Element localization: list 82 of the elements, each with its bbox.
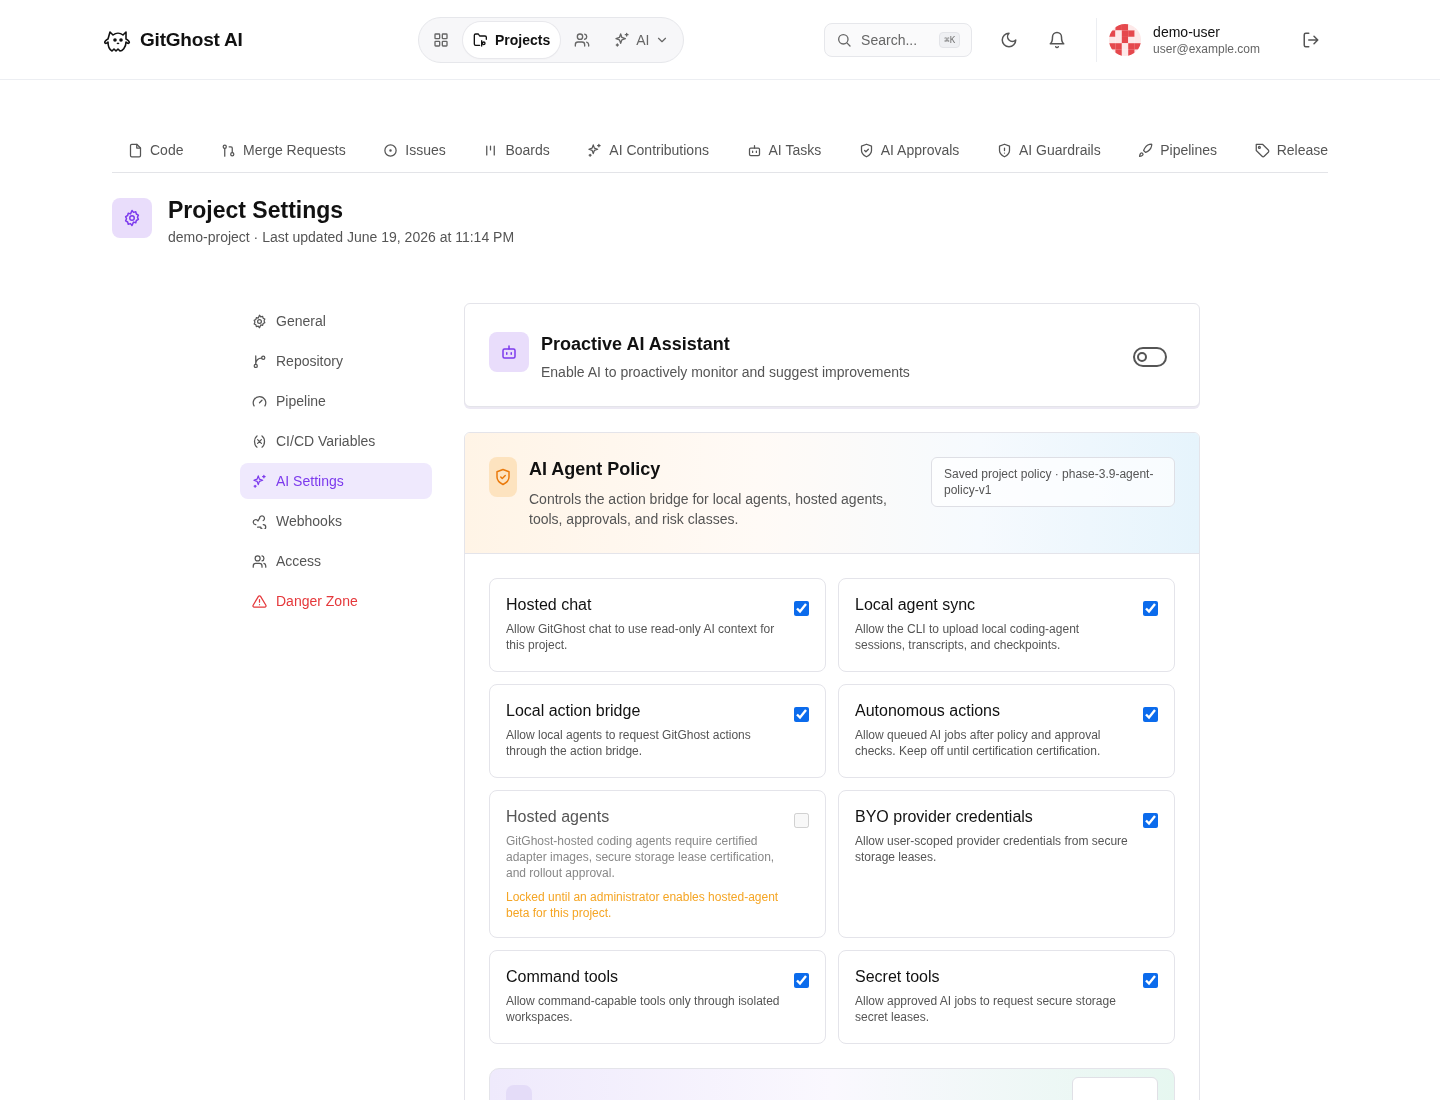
sidebar-item[interactable]: CI/CD Variables — [240, 423, 432, 459]
option-description: GitGhost-hosted coding agents require certified adapter images, secure storage lease certification, and rollout approval. — [506, 833, 776, 881]
sidebar-item[interactable]: Repository — [240, 343, 432, 379]
sparkle-icon — [252, 473, 267, 489]
users-icon — [574, 31, 591, 48]
sparkle-icon — [614, 31, 631, 48]
variable-icon — [252, 433, 267, 449]
user-name: demo-user — [1153, 23, 1222, 40]
project-tab[interactable]: Code — [128, 142, 184, 158]
sidebar-item[interactable]: Webhooks — [240, 503, 432, 539]
sparkle-icon — [587, 142, 603, 158]
option-description: Allow the CLI to upload local coding-agent sessions, transcripts, and checkpoints. — [855, 621, 1081, 653]
grid-icon — [433, 31, 449, 48]
project-tab[interactable]: AI Guardrails — [996, 142, 1101, 158]
option-title: Local agent sync — [855, 595, 977, 615]
shield-icon — [489, 457, 517, 497]
card-title: Proactive AI Assistant — [541, 333, 731, 356]
page-title: Project Settings — [168, 196, 345, 225]
brand-name[interactable]: GitGhost AI — [140, 28, 243, 51]
logout-icon — [1302, 30, 1320, 49]
robot-icon — [489, 332, 529, 372]
nav-tab[interactable]: Projects — [463, 21, 561, 58]
nav-tab[interactable]: AI — [604, 21, 680, 58]
branch-icon — [252, 353, 267, 369]
project-tab[interactable]: AI Tasks — [746, 142, 822, 158]
circle-dot-icon — [383, 142, 399, 158]
option-title: Local action bridge — [506, 701, 642, 721]
robot-icon — [746, 142, 762, 158]
checkbox[interactable] — [1143, 813, 1158, 828]
project-tab[interactable]: AI Contributions — [587, 142, 709, 158]
option-title: Hosted agents — [506, 807, 611, 827]
tag-icon — [1254, 142, 1270, 158]
bell-icon — [1048, 30, 1067, 49]
shield-check-icon — [858, 142, 874, 158]
checkbox[interactable] — [794, 601, 809, 616]
checkbox[interactable] — [1143, 973, 1158, 988]
gauge-icon — [252, 393, 267, 409]
rocket-icon — [1138, 142, 1154, 158]
page-subtitle: demo-project · Last updated June 19, 2026 at 11:14 PM — [168, 229, 515, 245]
gear-icon — [252, 313, 267, 329]
shield-alert-icon — [996, 142, 1012, 158]
sidebar-item[interactable]: Pipeline — [240, 383, 432, 419]
moon-icon — [1000, 30, 1019, 49]
option-title: Command tools — [506, 967, 620, 987]
option-title: Hosted chat — [506, 595, 593, 615]
option-description: Allow command-capable tools only through isolated workspaces. — [506, 993, 781, 1025]
card-title: AI Agent Policy — [529, 458, 662, 481]
settings-icon — [112, 198, 152, 238]
policy-version-badge: Saved project policy · phase-3.9-agent-policy-v1 — [931, 457, 1175, 507]
project-tab[interactable]: Release — [1254, 142, 1328, 158]
option-description: Allow user-scoped provider credentials from secure storage leases. — [855, 833, 1129, 865]
sidebar-item[interactable]: Access — [240, 543, 432, 579]
toggle-switch[interactable] — [1133, 347, 1167, 367]
user-email: user@example.com — [1153, 41, 1260, 56]
project-tab[interactable]: Issues — [383, 142, 446, 158]
sidebar-item[interactable]: AI Settings — [240, 463, 432, 499]
option-description: Allow queued AI jobs after policy and approval checks. Keep off until certification certification. — [855, 727, 1102, 759]
option-title: BYO provider credentials — [855, 807, 1034, 827]
checkbox[interactable] — [1143, 707, 1158, 722]
avatar[interactable] — [1109, 23, 1142, 56]
card-description: Controls the action bridge for local agents, hosted agents, tools, approvals, and risk classes. — [529, 490, 888, 529]
users-icon — [252, 553, 267, 569]
project-tab[interactable]: AI Approvals — [858, 142, 960, 158]
warning-icon — [252, 593, 267, 609]
sidebar-item[interactable]: General — [240, 303, 432, 339]
checkbox[interactable] — [794, 973, 809, 988]
merge-icon — [221, 142, 237, 158]
option-title: Secret tools — [855, 967, 941, 987]
project-tab[interactable]: Merge Requests — [221, 142, 346, 158]
option-title: Autonomous actions — [855, 701, 1001, 721]
checkbox[interactable] — [1143, 601, 1158, 616]
folder-icon — [473, 31, 489, 48]
lock-notice: Locked until an administrator enables hosted-agent beta for this project. — [506, 889, 780, 921]
option-description: Allow local agents to request GitGhost actions through the action bridge. — [506, 727, 752, 759]
sidebar-item[interactable]: Danger Zone — [240, 583, 432, 619]
project-tab[interactable]: Boards — [483, 142, 550, 158]
checkbox[interactable] — [794, 707, 809, 722]
option-description: Allow approved AI jobs to request secure storage secret leases. — [855, 993, 1117, 1025]
card-description: Enable AI to proactively monitor and suggest improvements — [541, 363, 911, 382]
option-description: Allow GitGhost chat to use read-only AI context for this project. — [506, 621, 776, 653]
file-icon — [128, 142, 143, 158]
project-tab[interactable]: Pipelines — [1138, 142, 1218, 158]
